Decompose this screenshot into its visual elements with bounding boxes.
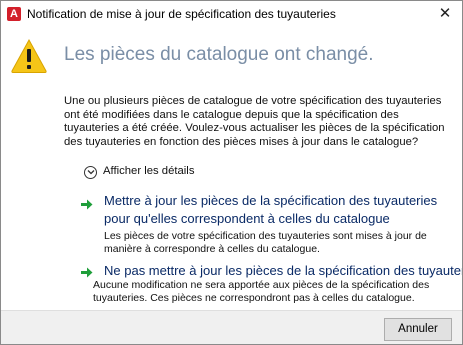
green-arrow-icon [81,267,93,278]
do-not-update-option-title: Ne pas mettre à jour les pièces de la sp… [104,263,463,278]
window-title: Notification de mise à jour de spécifica… [27,7,336,21]
close-button[interactable]: ✕ [428,1,462,27]
app-icon: A [7,7,21,21]
do-not-update-option-description: Aucune modification ne sera apportée aux… [93,279,430,304]
update-parts-option-title: Mettre à jour les pièces de la spécifica… [104,193,438,226]
dialog-heading: Les pièces du catalogue ont changé. [64,44,374,65]
update-parts-option-description: Les pièces de votre spécification des tu… [104,230,427,255]
dialog-footer: Annuler [1,310,462,344]
message-text: Une ou plusieurs pièces de catalogue de … [64,95,445,148]
warning-icon [11,38,47,73]
update-parts-option[interactable]: Mettre à jour les pièces de la spécifica… [81,192,451,260]
do-not-update-option[interactable]: Ne pas mettre à jour les pièces de la sp… [81,262,463,308]
green-arrow-icon [81,199,93,210]
dialog-window: A Notification de mise à jour de spécifi… [0,0,463,345]
title-bar: A Notification de mise à jour de spécifi… [1,1,462,29]
chevron-down-icon [84,166,97,179]
cancel-button[interactable]: Annuler [384,318,452,341]
show-details-label: Afficher les détails [103,165,195,177]
